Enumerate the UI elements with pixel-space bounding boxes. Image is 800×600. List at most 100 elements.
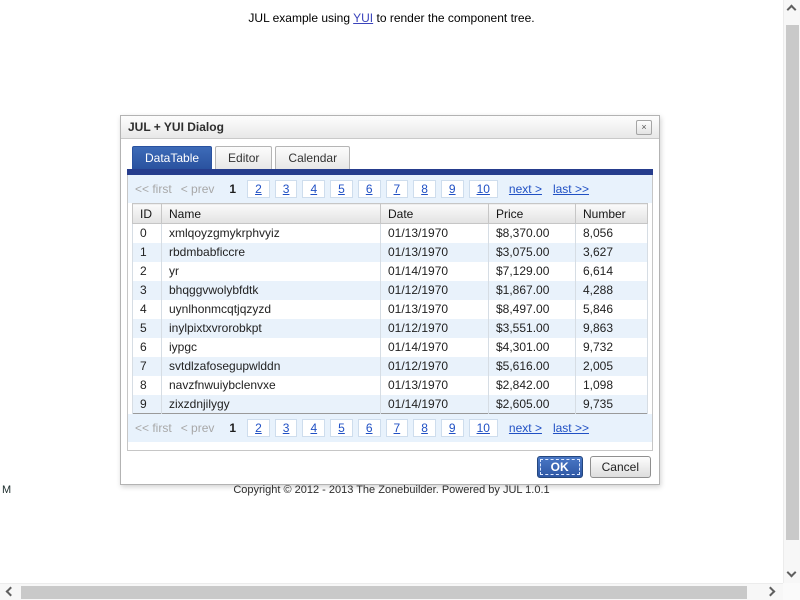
table-row[interactable]: 5 inylpixtxvrorobkpt 01/12/1970 $3,551.00 9,…	[132, 318, 648, 338]
close-icon: ×	[641, 122, 647, 132]
paginator-bottom: << first < prev 1 2 3 4 5 6 7 8 9 10 next > last >>	[128, 414, 652, 442]
paginator-page-6[interactable]: 6	[357, 419, 381, 437]
paginator-page-7[interactable]: 7	[385, 419, 409, 437]
cell-number: 2,005	[575, 356, 648, 376]
cell-date: 01/12/1970	[380, 356, 489, 376]
cell-date: 01/12/1970	[380, 280, 489, 300]
cell-name: xmlqoyzgmykrphvyiz	[161, 223, 381, 243]
cell-name: navzfnwuiybclenvxe	[161, 375, 381, 395]
intro-prefix: JUL example using	[248, 11, 354, 25]
horizontal-scrollbar[interactable]	[0, 583, 783, 600]
paginator-page-3[interactable]: 3	[274, 180, 298, 198]
column-header-name: Name	[161, 203, 381, 224]
paginator-first: << first	[135, 182, 172, 196]
table-row[interactable]: 7 svtdlzafosegupwlddn 01/12/1970 $5,616.00 2…	[132, 356, 648, 376]
datatable-panel: << first < prev 1 2 3 4 5 6 7 8 9 10 next > last >> I…	[127, 175, 653, 451]
scroll-down-icon[interactable]	[786, 567, 797, 578]
data-table: ID Name Date Price Number 0 xmlqoyzgmykrphvyi…	[132, 203, 648, 414]
cell-name: yr	[161, 261, 381, 281]
paginator-page-4[interactable]: 4	[302, 180, 326, 198]
paginator-page-5[interactable]: 5	[330, 180, 353, 198]
paginator-page-6[interactable]: 6	[357, 180, 381, 198]
cell-name: zixzdnjilygy	[161, 394, 381, 414]
paginator-last[interactable]: last >>	[553, 421, 589, 435]
paginator-last[interactable]: last >>	[553, 182, 589, 196]
cell-price: $8,497.00	[488, 299, 576, 319]
cell-id: 6	[132, 337, 162, 357]
paginator-page-8[interactable]: 8	[413, 419, 436, 437]
table-row[interactable]: 6 iypgc 01/14/1970 $4,301.00 9,732	[132, 337, 648, 357]
cell-number: 9,863	[575, 318, 648, 338]
cell-date: 01/13/1970	[380, 242, 489, 262]
table-row[interactable]: 8 navzfnwuiybclenvxe 01/13/1970 $2,842.00 1,…	[132, 375, 648, 395]
tab-datatable[interactable]: DataTable	[132, 146, 213, 169]
table-row[interactable]: 3 bhqggvwolybfdtk 01/12/1970 $1,867.00 4,288	[132, 280, 648, 300]
dialog-body: DataTable Editor Calendar << first < prev 1 2…	[121, 139, 659, 484]
cell-date: 01/12/1970	[380, 318, 489, 338]
vertical-scrollbar[interactable]	[783, 0, 800, 583]
cell-number: 6,614	[575, 261, 648, 281]
cell-id: 2	[132, 261, 162, 281]
paginator-next[interactable]: next >	[509, 182, 542, 196]
scrollbar-corner	[783, 583, 800, 600]
paginator-prev: < prev	[180, 182, 215, 196]
paginator-page-10[interactable]: 10	[468, 419, 498, 437]
table-row[interactable]: 1 rbdmbabficcre 01/13/1970 $3,075.00 3,627	[132, 242, 648, 262]
tab-editor[interactable]: Editor	[215, 146, 273, 169]
paginator-page-9[interactable]: 9	[440, 180, 464, 198]
paginator-page-9[interactable]: 9	[440, 419, 464, 437]
paginator-current-page: 1	[229, 421, 237, 435]
copyright-text: Copyright © 2012 - 2013 The Zonebuilder.…	[233, 484, 550, 496]
column-header-price: Price	[488, 203, 576, 224]
cell-id: 4	[132, 299, 162, 319]
cell-number: 8,056	[575, 223, 648, 243]
scroll-right-icon[interactable]	[765, 586, 776, 597]
paginator-page-5[interactable]: 5	[330, 419, 353, 437]
table-row[interactable]: 2 yr 01/14/1970 $7,129.00 6,614	[132, 261, 648, 281]
cell-date: 01/14/1970	[380, 261, 489, 281]
cell-number: 9,735	[575, 394, 648, 414]
paginator-next[interactable]: next >	[509, 421, 542, 435]
horizontal-scrollbar-thumb[interactable]	[21, 586, 747, 599]
close-button[interactable]: ×	[636, 119, 652, 135]
cell-id: 5	[132, 318, 162, 338]
paginator-page-2[interactable]: 2	[247, 180, 270, 198]
yui-link[interactable]: YUI	[353, 11, 373, 25]
paginator-page-10[interactable]: 10	[468, 180, 498, 198]
cell-number: 3,627	[575, 242, 648, 262]
cell-price: $1,867.00	[488, 280, 576, 300]
cancel-button[interactable]: Cancel	[589, 456, 651, 478]
cell-name: iypgc	[161, 337, 381, 357]
stray-text: M	[2, 484, 12, 496]
tab-calendar[interactable]: Calendar	[275, 146, 351, 169]
cell-price: $8,370.00	[488, 223, 576, 243]
cell-price: $5,616.00	[488, 356, 576, 376]
paginator-prev: < prev	[180, 421, 215, 435]
table-row[interactable]: 0 xmlqoyzgmykrphvyiz 01/13/1970 $8,370.00 8,…	[132, 223, 648, 243]
cell-id: 9	[132, 394, 162, 414]
table-row[interactable]: 4 uynlhonmcqtjqzyzd 01/13/1970 $8,497.00 5,8…	[132, 299, 648, 319]
paginator-page-4[interactable]: 4	[302, 419, 326, 437]
intro-text: JUL example using YUI to render the comp…	[0, 11, 783, 25]
cell-number: 5,846	[575, 299, 648, 319]
jul-yui-dialog: JUL + YUI Dialog × DataTable Editor Calend…	[120, 115, 660, 485]
vertical-scrollbar-thumb[interactable]	[786, 25, 799, 540]
cell-id: 0	[132, 223, 162, 243]
cell-date: 01/13/1970	[380, 223, 489, 243]
paginator-page-3[interactable]: 3	[274, 419, 298, 437]
paginator-page-7[interactable]: 7	[385, 180, 409, 198]
ok-button[interactable]: OK	[536, 456, 583, 478]
table-body: 0 xmlqoyzgmykrphvyiz 01/13/1970 $8,370.00 8,…	[132, 223, 648, 414]
cell-price: $4,301.00	[488, 337, 576, 357]
cell-number: 9,732	[575, 337, 648, 357]
scroll-left-icon[interactable]	[5, 586, 16, 597]
cell-price: $2,605.00	[488, 394, 576, 414]
paginator-page-2[interactable]: 2	[247, 419, 270, 437]
scroll-up-icon[interactable]	[786, 4, 797, 15]
cell-date: 01/14/1970	[380, 337, 489, 357]
table-row[interactable]: 9 zixzdnjilygy 01/14/1970 $2,605.00 9,735	[132, 394, 648, 414]
column-header-id: ID	[132, 203, 162, 224]
dialog-titlebar[interactable]: JUL + YUI Dialog ×	[121, 116, 659, 139]
paginator-page-8[interactable]: 8	[413, 180, 436, 198]
cell-price: $2,842.00	[488, 375, 576, 395]
